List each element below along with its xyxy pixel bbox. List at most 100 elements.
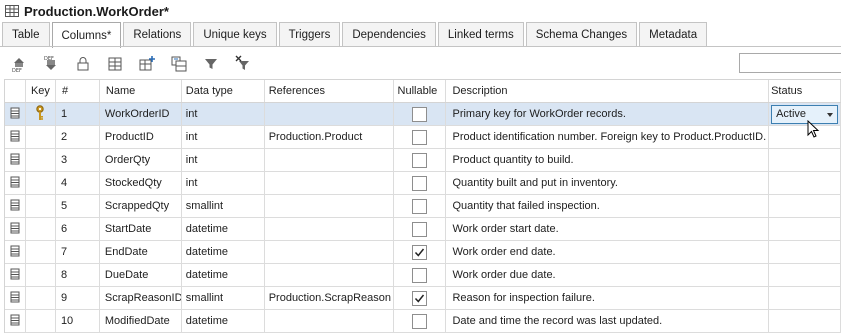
tab-metadata[interactable]: Metadata: [639, 22, 708, 47]
column-references[interactable]: [265, 241, 394, 263]
nullable-checkbox[interactable]: [412, 290, 428, 306]
row-indicator[interactable]: [5, 241, 26, 263]
row-indicator[interactable]: [5, 264, 26, 286]
column-name[interactable]: StartDate: [100, 218, 182, 240]
column-description[interactable]: Product identification number. Foreign k…: [446, 126, 770, 148]
column-references[interactable]: [265, 195, 394, 217]
insert-row-icon[interactable]: [136, 53, 158, 75]
column-data-type[interactable]: datetime: [182, 264, 265, 286]
nullable-checkbox[interactable]: [412, 129, 428, 145]
nullable-checkbox[interactable]: [412, 244, 428, 260]
header-status[interactable]: Status: [769, 80, 841, 102]
tab-columns[interactable]: Columns*: [51, 22, 122, 48]
column-data-type[interactable]: int: [182, 103, 265, 125]
copy-row-icon[interactable]: [168, 53, 190, 75]
add-column-icon[interactable]: DEF: [8, 53, 30, 75]
table-row[interactable]: 8 DueDate datetime Work order due date.: [5, 264, 841, 287]
column-references[interactable]: [265, 310, 394, 332]
nullable-checkbox[interactable]: [412, 221, 428, 237]
key-cell[interactable]: [26, 195, 56, 217]
table-row[interactable]: 10 ModifiedDate datetime Date and time the …: [5, 310, 841, 333]
status-cell[interactable]: [769, 172, 841, 194]
status-cell[interactable]: [769, 287, 841, 309]
column-data-type[interactable]: int: [182, 149, 265, 171]
header-number[interactable]: #: [56, 80, 100, 102]
filter-icon[interactable]: [200, 53, 222, 75]
tab-dependencies[interactable]: Dependencies: [342, 22, 436, 47]
status-cell[interactable]: [769, 241, 841, 263]
tab-table[interactable]: Table: [2, 22, 50, 47]
table-row[interactable]: 9 ScrapReasonID smallint Production.ScrapRe…: [5, 287, 841, 310]
table-row[interactable]: 3 OrderQty int Product quantity to build.: [5, 149, 841, 172]
row-indicator[interactable]: [5, 172, 26, 194]
header-description[interactable]: Description: [446, 80, 770, 102]
nullable-checkbox[interactable]: [412, 198, 428, 214]
header-data-type[interactable]: Data type: [182, 80, 265, 102]
row-indicator[interactable]: [5, 126, 26, 148]
column-data-type[interactable]: datetime: [182, 310, 265, 332]
column-data-type[interactable]: datetime: [182, 241, 265, 263]
key-cell[interactable]: [26, 264, 56, 286]
column-data-type[interactable]: datetime: [182, 218, 265, 240]
key-cell[interactable]: [26, 241, 56, 263]
row-indicator[interactable]: [5, 195, 26, 217]
status-cell[interactable]: [769, 126, 841, 148]
column-description[interactable]: Date and time the record was last update…: [446, 310, 770, 332]
header-name[interactable]: Name: [100, 80, 182, 102]
status-cell[interactable]: [769, 310, 841, 332]
column-references[interactable]: [265, 149, 394, 171]
table-row[interactable]: 4 StockedQty int Quantity built and put in …: [5, 172, 841, 195]
column-name[interactable]: EndDate: [100, 241, 182, 263]
status-cell[interactable]: [769, 195, 841, 217]
clear-filter-icon[interactable]: [232, 53, 254, 75]
table-row[interactable]: 1 WorkOrderID int Primary key for WorkOrder…: [5, 103, 841, 126]
nullable-checkbox[interactable]: [412, 267, 428, 283]
tab-schema-changes[interactable]: Schema Changes: [525, 22, 638, 47]
column-references[interactable]: Production.Product: [265, 126, 394, 148]
row-indicator[interactable]: [5, 103, 26, 125]
column-references[interactable]: Production.ScrapReason: [265, 287, 394, 309]
search-input[interactable]: [739, 53, 841, 73]
column-data-type[interactable]: int: [182, 172, 265, 194]
table-view-icon[interactable]: [104, 53, 126, 75]
row-indicator[interactable]: [5, 218, 26, 240]
tab-triggers[interactable]: Triggers: [278, 22, 341, 47]
status-cell[interactable]: [769, 218, 841, 240]
nullable-checkbox[interactable]: [412, 175, 428, 191]
key-cell[interactable]: [26, 149, 56, 171]
key-cell[interactable]: [26, 172, 56, 194]
column-description[interactable]: Quantity built and put in inventory.: [446, 172, 770, 194]
column-data-type[interactable]: int: [182, 126, 265, 148]
header-key[interactable]: Key: [26, 80, 56, 102]
add-default-icon[interactable]: DEF: [40, 53, 62, 75]
column-references[interactable]: [265, 218, 394, 240]
status-dropdown[interactable]: Active: [771, 104, 838, 124]
key-cell[interactable]: [26, 103, 56, 125]
tab-relations[interactable]: Relations: [123, 22, 192, 47]
column-description[interactable]: Product quantity to build.: [446, 149, 770, 171]
header-nullable[interactable]: Nullable: [394, 80, 447, 102]
header-references[interactable]: References: [265, 80, 394, 102]
row-indicator[interactable]: [5, 287, 26, 309]
table-row[interactable]: 5 ScrappedQty smallint Quantity that failed…: [5, 195, 841, 218]
key-cell[interactable]: [26, 310, 56, 332]
column-description[interactable]: Work order due date.: [446, 264, 770, 286]
column-name[interactable]: ModifiedDate: [100, 310, 182, 332]
row-indicator[interactable]: [5, 310, 26, 332]
nullable-checkbox[interactable]: [412, 106, 428, 122]
key-cell[interactable]: [26, 218, 56, 240]
column-description[interactable]: Reason for inspection failure.: [446, 287, 770, 309]
column-description[interactable]: Primary key for WorkOrder records.: [446, 103, 770, 125]
column-description[interactable]: Work order start date.: [446, 218, 770, 240]
nullable-checkbox[interactable]: [412, 313, 428, 329]
column-name[interactable]: ScrapReasonID: [100, 287, 182, 309]
row-indicator[interactable]: [5, 149, 26, 171]
key-cell[interactable]: [26, 287, 56, 309]
column-description[interactable]: Quantity that failed inspection.: [446, 195, 770, 217]
column-references[interactable]: [265, 103, 394, 125]
status-cell[interactable]: Active: [769, 103, 841, 125]
column-data-type[interactable]: smallint: [182, 287, 265, 309]
table-row[interactable]: 2 ProductID int Production.Product Product i…: [5, 126, 841, 149]
column-references[interactable]: [265, 264, 394, 286]
table-row[interactable]: 7 EndDate datetime Work order end date.: [5, 241, 841, 264]
